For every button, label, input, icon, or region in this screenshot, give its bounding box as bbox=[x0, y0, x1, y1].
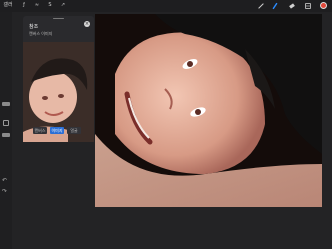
transform-button[interactable]: ↗ bbox=[59, 1, 67, 10]
left-sidebar: ↶ ↷ bbox=[0, 12, 12, 249]
color-swatch[interactable] bbox=[320, 2, 327, 9]
reference-panel: 참조 캔버스 이미지 × 캔버스 이미지 얼굴 bbox=[23, 16, 94, 142]
tab-image[interactable]: 이미지 bbox=[50, 127, 64, 134]
panel-drag-handle[interactable] bbox=[53, 18, 64, 20]
reference-subtitle: 캔버스 이미지 bbox=[29, 31, 53, 36]
modify-button[interactable] bbox=[3, 120, 9, 126]
adjust-button[interactable]: ≈ bbox=[33, 1, 41, 10]
reference-title: 참조 bbox=[29, 24, 39, 30]
smudge-icon[interactable] bbox=[270, 1, 279, 10]
close-icon[interactable]: × bbox=[84, 21, 90, 27]
redo-icon[interactable]: ↷ bbox=[2, 188, 7, 195]
gallery-button[interactable]: 갤러 bbox=[2, 1, 14, 10]
tab-face[interactable]: 얼굴 bbox=[67, 127, 81, 134]
eraser-icon[interactable] bbox=[287, 1, 296, 10]
layers-icon[interactable] bbox=[303, 1, 312, 10]
brush-size-slider[interactable] bbox=[2, 102, 10, 106]
top-toolbar: 갤러 ƒ ≈ S ↗ bbox=[0, 0, 332, 12]
reference-tabs: 캔버스 이미지 얼굴 bbox=[33, 127, 81, 136]
opacity-slider[interactable] bbox=[2, 133, 10, 137]
select-button[interactable]: S bbox=[46, 1, 54, 10]
undo-icon[interactable]: ↶ bbox=[2, 177, 7, 184]
brush-icon[interactable] bbox=[256, 1, 265, 10]
drawing-canvas[interactable] bbox=[95, 14, 322, 207]
actions-button[interactable]: ƒ bbox=[20, 1, 28, 10]
tab-canvas[interactable]: 캔버스 bbox=[33, 127, 47, 134]
